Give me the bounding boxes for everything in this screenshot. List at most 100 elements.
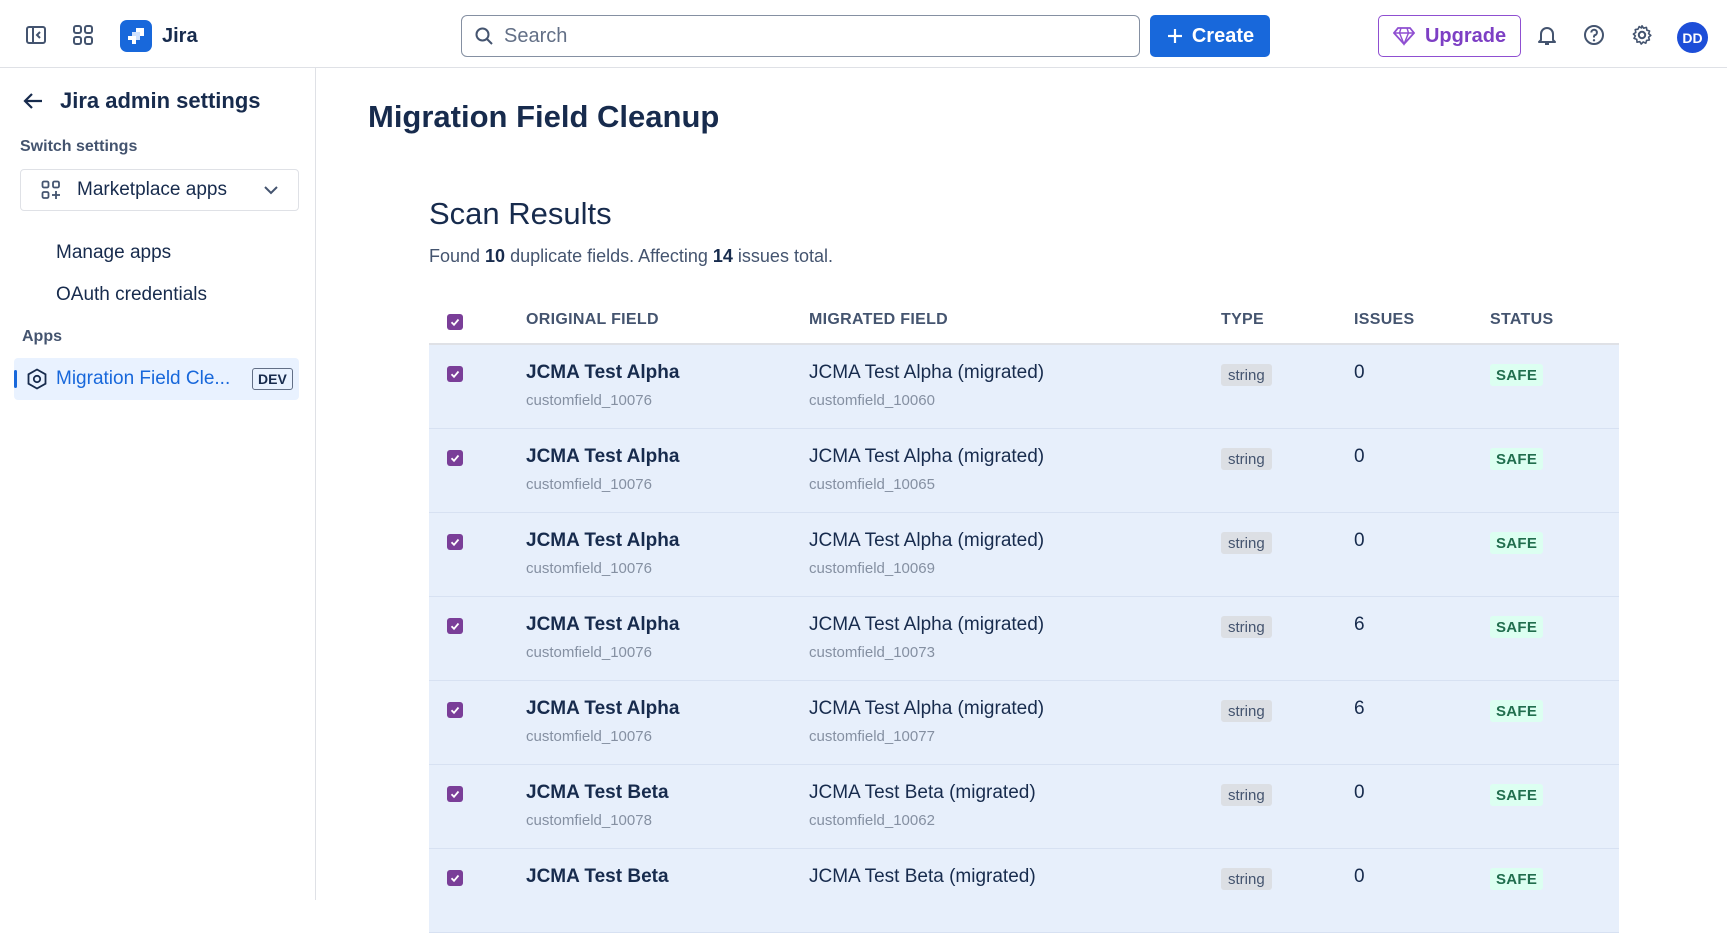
original-field-id: customfield_10076	[526, 644, 652, 661]
checkmark-icon	[450, 622, 460, 631]
type-lozenge: string	[1221, 448, 1272, 470]
status-badge: SAFE	[1490, 364, 1544, 386]
summary-text: issues total.	[732, 246, 833, 266]
page-title: Migration Field Cleanup	[368, 99, 720, 134]
chevron-down-icon	[264, 186, 278, 195]
help-icon[interactable]	[1579, 20, 1609, 50]
table-row[interactable]: JCMA Test Alpha customfield_10076 JCMA Tes…	[429, 681, 1619, 765]
apps-add-icon	[41, 180, 60, 199]
row-checkbox[interactable]	[447, 618, 463, 634]
migrated-field-name: JCMA Test Alpha (migrated)	[809, 614, 1045, 635]
scan-results-heading: Scan Results	[429, 196, 612, 231]
search-icon	[475, 27, 493, 45]
issues-count: 0	[1354, 530, 1365, 551]
migrated-field-name: JCMA Test Alpha (migrated)	[809, 698, 1045, 719]
admin-sidebar: Jira admin settings Switch settings Mark…	[0, 68, 316, 900]
table-header: ORIGINAL FIELD MIGRATED FIELD TYPE ISSUE…	[429, 303, 1619, 345]
arrow-left-icon	[23, 93, 42, 109]
search-input[interactable]: Search	[461, 15, 1140, 57]
row-checkbox[interactable]	[447, 870, 463, 886]
settings-switcher-dropdown[interactable]: Marketplace apps	[20, 169, 299, 211]
status-badge: SAFE	[1490, 532, 1544, 554]
migrated-field-id: customfield_10062	[809, 812, 935, 829]
apps-section-label: Apps	[22, 328, 62, 345]
search-placeholder: Search	[504, 24, 568, 47]
checkmark-icon	[450, 874, 460, 883]
status-badge: SAFE	[1490, 448, 1544, 470]
checkmark-icon	[450, 538, 460, 547]
migrated-field-id: customfield_10077	[809, 728, 935, 745]
column-header-original-field[interactable]: ORIGINAL FIELD	[526, 311, 659, 329]
type-lozenge: string	[1221, 784, 1272, 806]
jira-logo[interactable]: Jira	[120, 20, 198, 52]
original-field-name: JCMA Test Alpha	[526, 614, 680, 635]
original-field-name: JCMA Test Alpha	[526, 362, 680, 383]
column-header-type[interactable]: TYPE	[1221, 311, 1264, 329]
row-checkbox[interactable]	[447, 786, 463, 802]
row-checkbox[interactable]	[447, 450, 463, 466]
migrated-field-id: customfield_10069	[809, 560, 935, 577]
table-row[interactable]: JCMA Test Alpha customfield_10076 JCMA Tes…	[429, 597, 1619, 681]
original-field-name: JCMA Test Alpha	[526, 698, 680, 719]
column-header-issues[interactable]: ISSUES	[1354, 311, 1415, 329]
table-row[interactable]: JCMA Test Alpha customfield_10076 JCMA Tes…	[429, 345, 1619, 429]
app-switcher-icon[interactable]	[68, 20, 98, 50]
settings-gear-icon[interactable]	[1627, 20, 1657, 50]
sidebar-item-migration-field-cleanup[interactable]: Migration Field Cle... DEV	[14, 358, 299, 400]
user-avatar[interactable]: DD	[1677, 22, 1708, 53]
upgrade-button[interactable]: Upgrade	[1378, 15, 1521, 57]
sidebar-item-manage-apps[interactable]: Manage apps	[56, 242, 171, 264]
row-checkbox[interactable]	[447, 366, 463, 382]
type-lozenge: string	[1221, 364, 1272, 386]
issues-count: 0	[1354, 362, 1365, 383]
status-badge: SAFE	[1490, 784, 1544, 806]
issues-count: 0	[1354, 446, 1365, 467]
table-row[interactable]: JCMA Test Alpha customfield_10076 JCMA Tes…	[429, 513, 1619, 597]
sidebar-title: Jira admin settings	[60, 88, 261, 113]
status-badge: SAFE	[1490, 700, 1544, 722]
notifications-bell-icon[interactable]	[1532, 20, 1562, 50]
migrated-field-id: customfield_10060	[809, 392, 935, 409]
dev-badge: DEV	[252, 368, 293, 390]
issues-count: 6	[1354, 698, 1365, 719]
migrated-field-name: JCMA Test Alpha (migrated)	[809, 530, 1045, 551]
issues-total: 14	[712, 246, 733, 266]
select-all-checkbox[interactable]	[447, 314, 463, 330]
table-row[interactable]: JCMA Test Beta JCMA Test Beta (migrated) s…	[429, 849, 1619, 933]
type-lozenge: string	[1221, 616, 1272, 638]
migrated-field-name: JCMA Test Alpha (migrated)	[809, 446, 1045, 467]
table-row[interactable]: JCMA Test Alpha customfield_10076 JCMA Tes…	[429, 429, 1619, 513]
column-header-migrated-field[interactable]: MIGRATED FIELD	[809, 311, 948, 329]
duplicate-count: 10	[485, 246, 506, 266]
migrated-field-name: JCMA Test Alpha (migrated)	[809, 362, 1045, 383]
sidebar-toggle-icon[interactable]	[21, 20, 51, 50]
issues-count: 0	[1354, 866, 1365, 887]
create-button[interactable]: Create	[1150, 15, 1270, 57]
scan-summary: Found 10 duplicate fields. Affecting 14 …	[429, 246, 833, 267]
diamond-icon	[1392, 27, 1415, 46]
type-lozenge: string	[1221, 700, 1272, 722]
status-badge: SAFE	[1490, 616, 1544, 638]
column-header-status[interactable]: STATUS	[1490, 311, 1553, 329]
table-row[interactable]: JCMA Test Beta customfield_10078 JCMA Test…	[429, 765, 1619, 849]
migrated-field-id: customfield_10073	[809, 644, 935, 661]
original-field-name: JCMA Test Beta	[526, 866, 669, 887]
migrated-field-name: JCMA Test Beta (migrated)	[809, 866, 1036, 887]
scan-results-table: ORIGINAL FIELD MIGRATED FIELD TYPE ISSUE…	[429, 303, 1619, 933]
sidebar-item-oauth-credentials[interactable]: OAuth credentials	[56, 284, 207, 306]
checkmark-icon	[450, 370, 460, 379]
migrated-field-id: customfield_10065	[809, 476, 935, 493]
original-field-id: customfield_10076	[526, 476, 652, 493]
checkmark-icon	[450, 454, 460, 463]
type-lozenge: string	[1221, 868, 1272, 890]
type-lozenge: string	[1221, 532, 1272, 554]
row-checkbox[interactable]	[447, 534, 463, 550]
status-badge: SAFE	[1490, 868, 1544, 890]
original-field-id: customfield_10076	[526, 392, 652, 409]
original-field-id: customfield_10076	[526, 560, 652, 577]
row-checkbox[interactable]	[447, 702, 463, 718]
back-to-jira-link[interactable]: Jira admin settings	[22, 88, 261, 114]
jira-logo-icon	[120, 20, 152, 52]
original-field-name: JCMA Test Alpha	[526, 530, 680, 551]
migrated-field-name: JCMA Test Beta (migrated)	[809, 782, 1036, 803]
